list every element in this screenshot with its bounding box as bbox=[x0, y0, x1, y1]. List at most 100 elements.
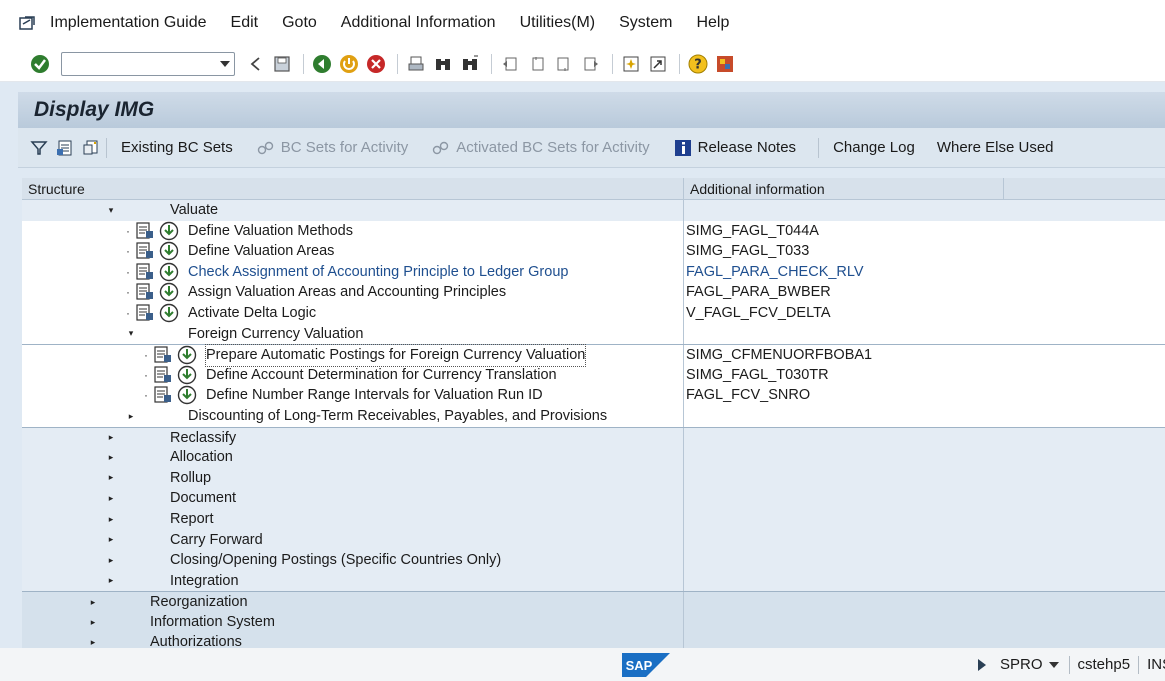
tree-node-label[interactable]: Rollup bbox=[170, 468, 211, 489]
exit-icon[interactable] bbox=[337, 52, 361, 76]
tree-node-row[interactable]: ▸ Closing/Opening Postings (Specific Coun… bbox=[22, 550, 1165, 571]
tree-node-row[interactable]: ▸ Report bbox=[22, 508, 1165, 530]
tree-activity-row[interactable]: · Check Assignment of Accounting Principl… bbox=[22, 261, 1165, 283]
documentation-icon[interactable] bbox=[153, 366, 173, 384]
tree-node-row[interactable]: ▾ Valuate bbox=[22, 200, 1165, 221]
last-page-icon[interactable] bbox=[579, 52, 603, 76]
expand-node-icon[interactable]: ▸ bbox=[106, 428, 116, 448]
chevron-down-icon[interactable] bbox=[1048, 661, 1059, 668]
tree-node-label[interactable]: Define Valuation Areas bbox=[188, 241, 334, 262]
tree-node-row[interactable]: ▸ Integration bbox=[22, 570, 1165, 592]
release-notes-button[interactable]: Release Notes bbox=[672, 137, 796, 159]
print-icon[interactable] bbox=[404, 52, 428, 76]
execute-activity-icon[interactable] bbox=[177, 365, 197, 385]
tree-node-label[interactable]: Reorganization bbox=[150, 592, 248, 613]
expand-node-icon[interactable]: ▸ bbox=[106, 550, 116, 570]
expand-node-icon[interactable]: ▸ bbox=[106, 468, 116, 488]
execute-activity-icon[interactable] bbox=[177, 345, 197, 365]
tree-node-row[interactable]: ▸ Authorizations bbox=[22, 632, 1165, 648]
expand-node-icon[interactable]: ▸ bbox=[106, 447, 116, 467]
existing-bc-sets-button[interactable]: Existing BC Sets bbox=[121, 139, 233, 156]
play-icon[interactable] bbox=[978, 658, 986, 671]
tree-node-label[interactable]: Information System bbox=[150, 612, 275, 633]
menu-goto[interactable]: Goto bbox=[282, 14, 317, 32]
tree-node-label[interactable]: Define Account Determination for Currenc… bbox=[206, 365, 557, 386]
tree-node-label[interactable]: Reclassify bbox=[170, 428, 236, 449]
execute-activity-icon[interactable] bbox=[159, 262, 179, 282]
documentation-icon[interactable] bbox=[153, 386, 173, 404]
tree-node-label[interactable]: Foreign Currency Valuation bbox=[188, 324, 363, 345]
tree-activity-row[interactable]: · Assign Valuation Areas and Accounting P… bbox=[22, 282, 1165, 303]
documentation-icon[interactable] bbox=[135, 221, 155, 240]
documentation-icon[interactable] bbox=[153, 346, 173, 364]
tree-node-row[interactable]: ▸ Document bbox=[22, 488, 1165, 509]
tree-node-label[interactable]: Check Assignment of Accounting Principle… bbox=[188, 262, 568, 283]
find-next-icon[interactable] bbox=[458, 52, 482, 76]
collapse-node-icon[interactable]: ▾ bbox=[126, 324, 136, 344]
execute-activity-icon[interactable] bbox=[159, 282, 179, 302]
tree-activity-row[interactable]: · Define Account Determination for Curren… bbox=[22, 364, 1165, 386]
menu-additional-information[interactable]: Additional Information bbox=[341, 14, 496, 32]
tree-node-row[interactable]: ▸ Allocation bbox=[22, 447, 1165, 468]
enter-icon[interactable] bbox=[28, 52, 52, 76]
activated-bc-sets-button[interactable]: Activated BC Sets for Activity bbox=[430, 137, 650, 159]
expand-node-icon[interactable]: ▸ bbox=[106, 488, 116, 508]
documentation-icon[interactable] bbox=[135, 263, 155, 281]
menu-help[interactable]: Help bbox=[696, 14, 729, 32]
next-page-icon[interactable] bbox=[552, 52, 576, 76]
menu-edit[interactable]: Edit bbox=[231, 14, 259, 32]
expand-node-icon[interactable]: ▸ bbox=[106, 530, 116, 550]
tree-node-row[interactable]: ▸ Reorganization bbox=[22, 591, 1165, 612]
tree-node-label[interactable]: Assign Valuation Areas and Accounting Pr… bbox=[188, 282, 506, 303]
tree-node-label[interactable]: Authorizations bbox=[150, 632, 242, 648]
column-header-structure[interactable]: Structure bbox=[22, 178, 684, 199]
shortcut-icon[interactable] bbox=[646, 52, 670, 76]
execute-activity-icon[interactable] bbox=[159, 241, 179, 261]
tree-node-row[interactable]: ▸ Discounting of Long-Term Receivables, P… bbox=[22, 405, 1165, 427]
column-header-additional-information[interactable]: Additional information bbox=[684, 178, 1004, 199]
customize-layout-icon[interactable] bbox=[713, 52, 737, 76]
expand-node-icon[interactable]: ▸ bbox=[106, 509, 116, 529]
expand-node-icon[interactable]: ▸ bbox=[106, 571, 116, 591]
tree-node-label[interactable]: Activate Delta Logic bbox=[188, 303, 316, 324]
back-arrow-icon[interactable] bbox=[243, 52, 267, 76]
help-icon[interactable]: ? bbox=[686, 52, 710, 76]
tree-node-row[interactable]: ▸ Information System bbox=[22, 611, 1165, 633]
tree-node-row[interactable]: ▸ Rollup bbox=[22, 467, 1165, 489]
find-icon[interactable] bbox=[431, 52, 455, 76]
bc-sets-for-activity-button[interactable]: BC Sets for Activity bbox=[255, 137, 408, 159]
expand-node-icon[interactable]: ▸ bbox=[88, 592, 98, 612]
menu-options-icon[interactable] bbox=[18, 13, 38, 33]
command-field[interactable] bbox=[61, 51, 235, 76]
documentation-icon[interactable] bbox=[135, 242, 155, 260]
tree-node-label[interactable]: Valuate bbox=[170, 200, 218, 221]
tree-node-label[interactable]: Discounting of Long-Term Receivables, Pa… bbox=[188, 406, 607, 427]
tree-activity-row[interactable]: · Prepare Automatic Postings for Foreign … bbox=[22, 344, 1165, 367]
tree-node-label[interactable]: Carry Forward bbox=[170, 530, 263, 551]
tree-activity-row[interactable]: · Activate Delta Logic V_FAGL_FCV_DELTA bbox=[22, 302, 1165, 324]
menu-implementation-guide[interactable]: Implementation Guide bbox=[50, 14, 207, 32]
chevron-down-icon[interactable] bbox=[220, 60, 230, 67]
documentation-icon[interactable] bbox=[135, 304, 155, 322]
new-session-icon[interactable] bbox=[619, 52, 643, 76]
first-page-icon[interactable] bbox=[498, 52, 522, 76]
back-icon[interactable] bbox=[310, 52, 334, 76]
tree-node-label[interactable]: Document bbox=[170, 488, 236, 509]
cancel-icon[interactable] bbox=[364, 52, 388, 76]
document-list-icon[interactable] bbox=[54, 137, 76, 159]
tree-node-label[interactable]: Integration bbox=[170, 571, 239, 592]
execute-activity-icon[interactable] bbox=[177, 385, 197, 405]
execute-activity-icon[interactable] bbox=[159, 221, 179, 241]
change-log-button[interactable]: Change Log bbox=[833, 139, 915, 156]
expand-node-icon[interactable]: ▸ bbox=[88, 632, 98, 648]
tree-node-label[interactable]: Define Number Range Intervals for Valuat… bbox=[206, 385, 543, 406]
tree-node-row[interactable]: ▸ Reclassify bbox=[22, 426, 1165, 449]
menu-utilities[interactable]: Utilities(M) bbox=[520, 14, 596, 32]
tree-node-row[interactable]: ▾ Foreign Currency Valuation bbox=[22, 323, 1165, 345]
tree-node-label[interactable]: Report bbox=[170, 509, 214, 530]
expand-node-icon[interactable]: ▸ bbox=[88, 612, 98, 632]
tree-node-label[interactable]: Allocation bbox=[170, 447, 233, 468]
tree-node-label[interactable]: Closing/Opening Postings (Specific Count… bbox=[170, 550, 501, 571]
execute-activity-icon[interactable] bbox=[159, 303, 179, 323]
tree-activity-row[interactable]: · Define Number Range Intervals for Valua… bbox=[22, 385, 1165, 406]
